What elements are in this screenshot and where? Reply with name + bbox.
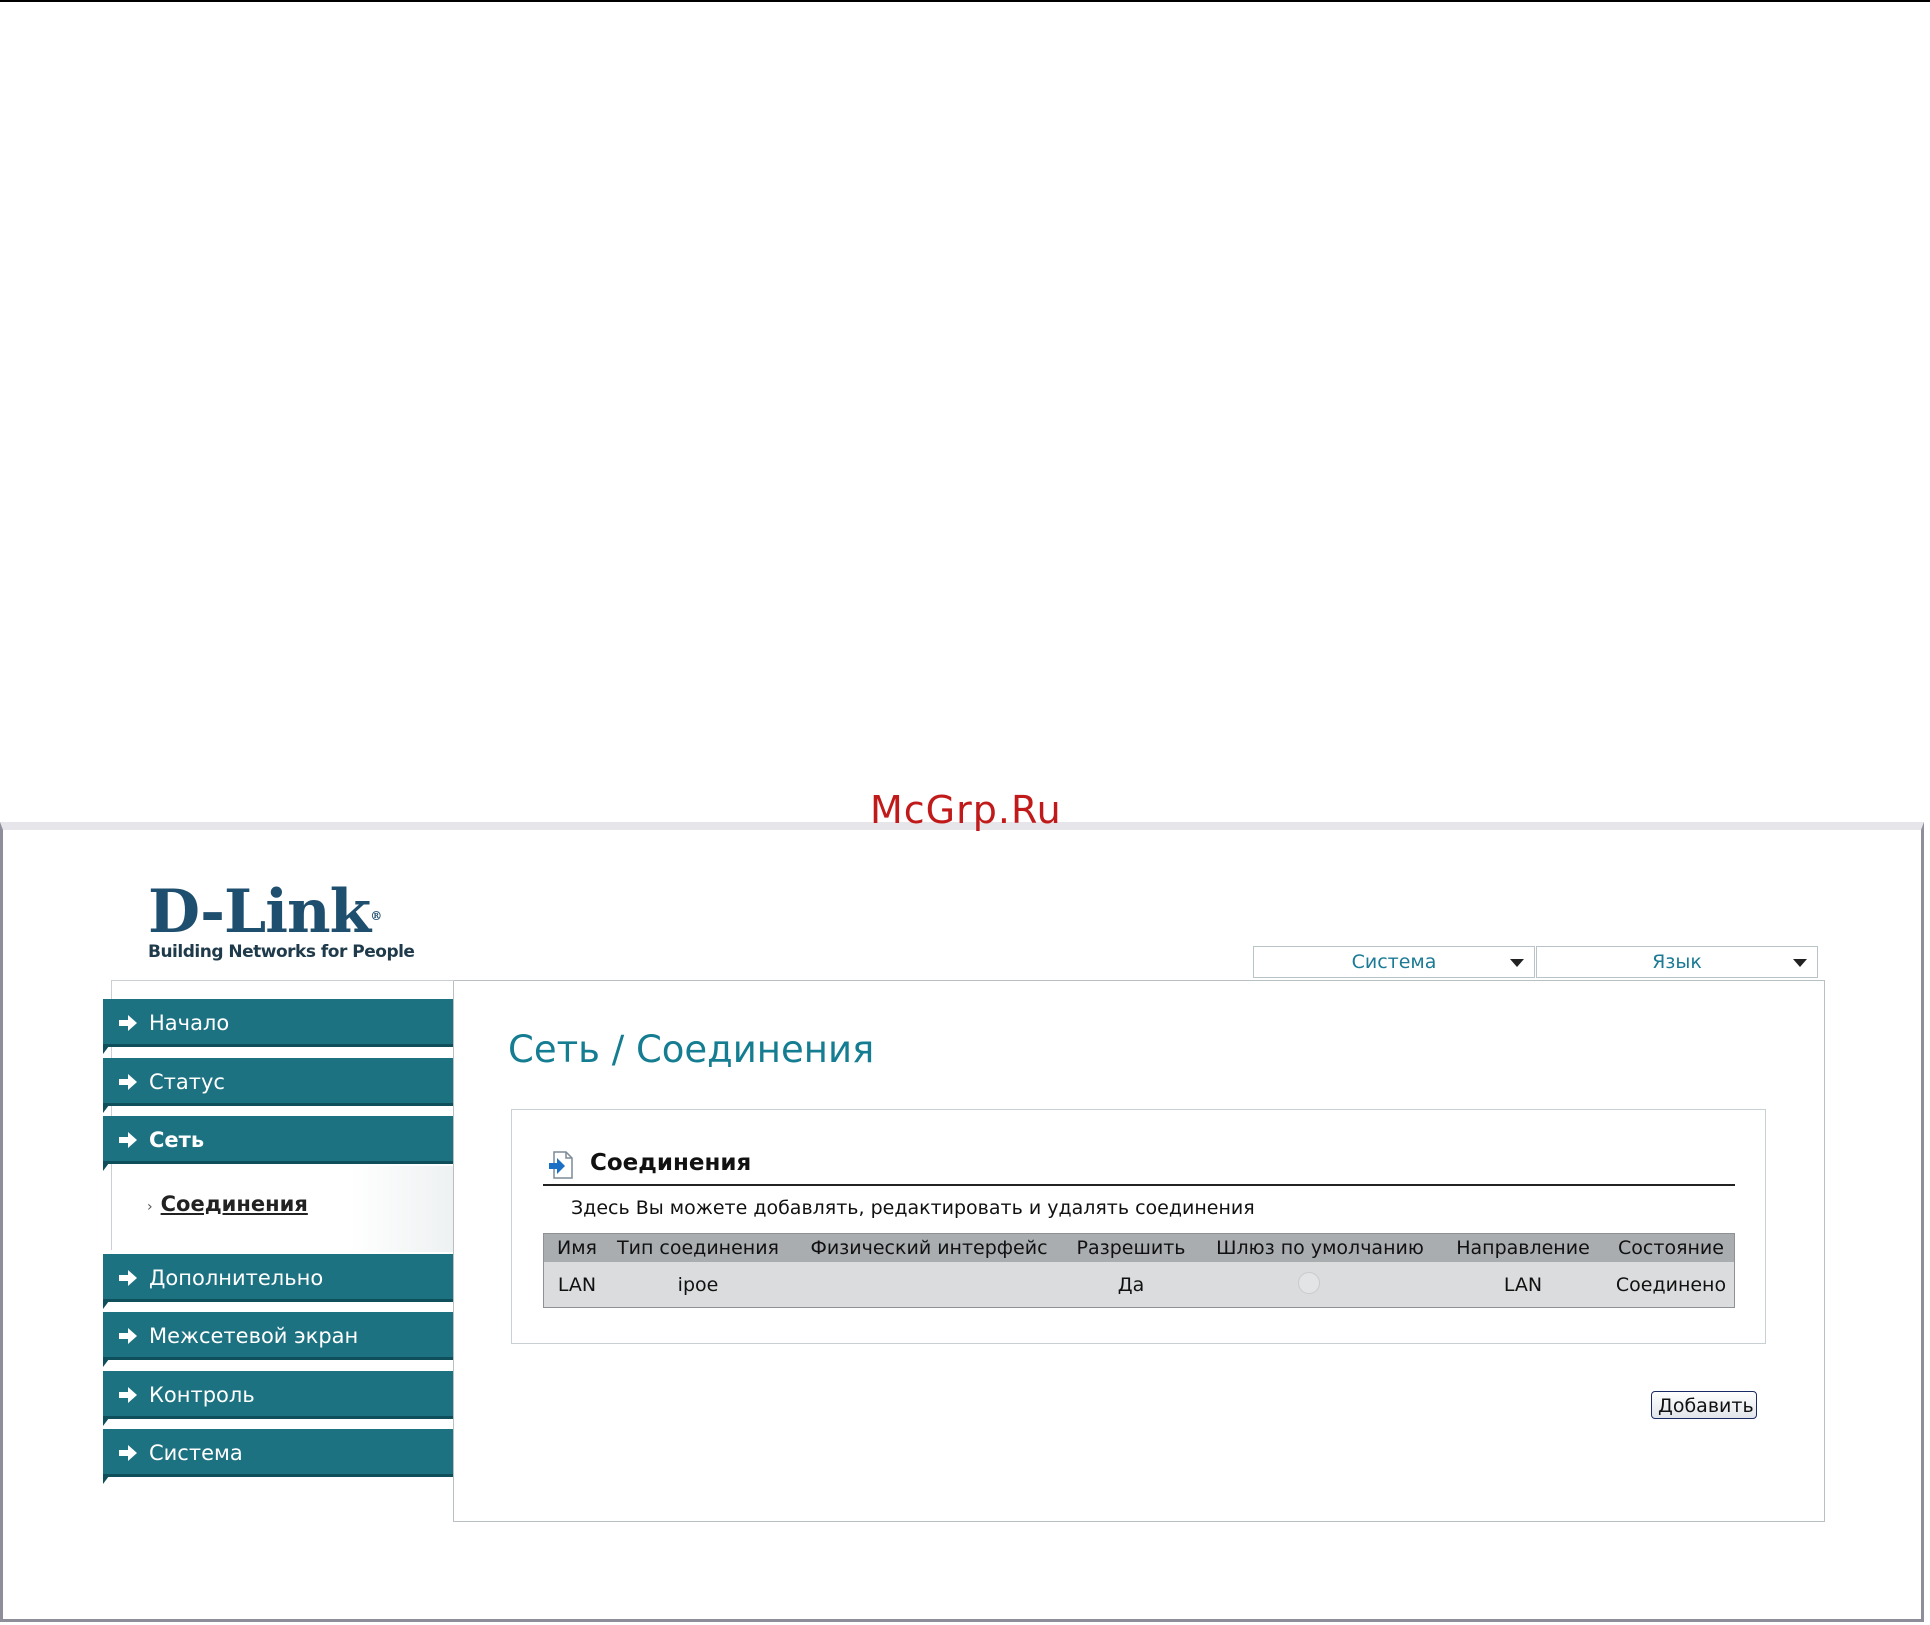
column-header-gateway: Шлюз по умолчанию bbox=[1216, 1237, 1424, 1259]
logo-tagline: Building Networks for People bbox=[148, 942, 415, 962]
sidebar-item-advanced[interactable]: Дополнительно bbox=[103, 1254, 453, 1309]
document-arrow-icon bbox=[549, 1151, 573, 1179]
connections-table: Имя Тип соединения Физический интерфейс … bbox=[543, 1233, 1735, 1308]
column-header-status: Состояние bbox=[1618, 1237, 1724, 1259]
system-menu-label: Система bbox=[1351, 951, 1437, 973]
arrow-right-icon bbox=[119, 1132, 137, 1148]
sidebar-item-status[interactable]: Статус bbox=[103, 1058, 453, 1113]
column-header-type: Тип соединения bbox=[617, 1237, 779, 1259]
sidebar-item-home[interactable]: Начало bbox=[103, 999, 453, 1054]
sidebar-item-label: Система bbox=[149, 1441, 243, 1465]
add-button[interactable]: Добавить bbox=[1651, 1391, 1757, 1419]
column-header-interface: Физический интерфейс bbox=[810, 1237, 1048, 1259]
default-gateway-radio[interactable] bbox=[1298, 1272, 1320, 1294]
chevron-down-icon bbox=[1793, 959, 1807, 967]
cell-type: ipoe bbox=[677, 1274, 719, 1296]
arrow-right-icon bbox=[119, 1015, 137, 1031]
sidebar-subitem-label: Соединения bbox=[160, 1192, 308, 1216]
sidebar-item-network[interactable]: Сеть bbox=[103, 1116, 453, 1171]
column-header-direction: Направление bbox=[1456, 1237, 1590, 1259]
system-menu-dropdown[interactable]: Система bbox=[1253, 946, 1535, 978]
arrow-right-icon bbox=[119, 1387, 137, 1403]
sidebar-item-label: Статус bbox=[149, 1070, 225, 1094]
cell-enable: Да bbox=[1117, 1274, 1145, 1296]
arrow-right-icon bbox=[119, 1445, 137, 1461]
sidebar-item-system[interactable]: Система bbox=[103, 1429, 453, 1484]
section-description: Здесь Вы можете добавлять, редактировать… bbox=[571, 1197, 1255, 1219]
section-title: Соединения bbox=[590, 1150, 752, 1176]
table-header: Имя Тип соединения Физический интерфейс … bbox=[544, 1234, 1734, 1262]
cell-status: Соединено bbox=[1615, 1274, 1727, 1296]
arrow-right-icon bbox=[119, 1270, 137, 1286]
chevron-down-icon bbox=[1510, 959, 1524, 967]
logo-brand: D-Link bbox=[148, 877, 371, 947]
logo-registered-mark: ® bbox=[370, 909, 382, 923]
cell-direction: LAN bbox=[1503, 1274, 1543, 1296]
sidebar-item-control[interactable]: Контроль bbox=[103, 1371, 453, 1426]
top-border bbox=[0, 0, 1930, 2]
cell-name: LAN bbox=[557, 1274, 597, 1296]
sidebar-item-label: Межсетевой экран bbox=[149, 1324, 359, 1348]
sidebar-item-label: Дополнительно bbox=[149, 1266, 324, 1290]
arrow-right-icon bbox=[119, 1328, 137, 1344]
dlink-logo: D-Link® Building Networks for People bbox=[148, 882, 415, 962]
watermark-text: McGrp.Ru bbox=[870, 788, 1062, 832]
sidebar-item-label: Контроль bbox=[149, 1383, 255, 1407]
sidebar-item-label: Начало bbox=[149, 1011, 230, 1035]
column-header-name: Имя bbox=[557, 1237, 597, 1259]
sidebar-item-label: Сеть bbox=[149, 1128, 205, 1152]
arrow-right-icon bbox=[119, 1074, 137, 1090]
language-menu-label: Язык bbox=[1652, 951, 1702, 973]
chevron-right-icon: › bbox=[147, 1199, 153, 1215]
page-title: Сеть / Соединения bbox=[508, 1028, 875, 1071]
section-divider bbox=[543, 1184, 1735, 1186]
connections-section bbox=[511, 1109, 1766, 1344]
column-header-enable: Разрешить bbox=[1076, 1237, 1186, 1259]
language-menu-dropdown[interactable]: Язык bbox=[1536, 946, 1818, 978]
sidebar-item-firewall[interactable]: Межсетевой экран bbox=[103, 1312, 453, 1367]
sidebar-subitem-connections[interactable]: › Соединения bbox=[147, 1192, 308, 1216]
